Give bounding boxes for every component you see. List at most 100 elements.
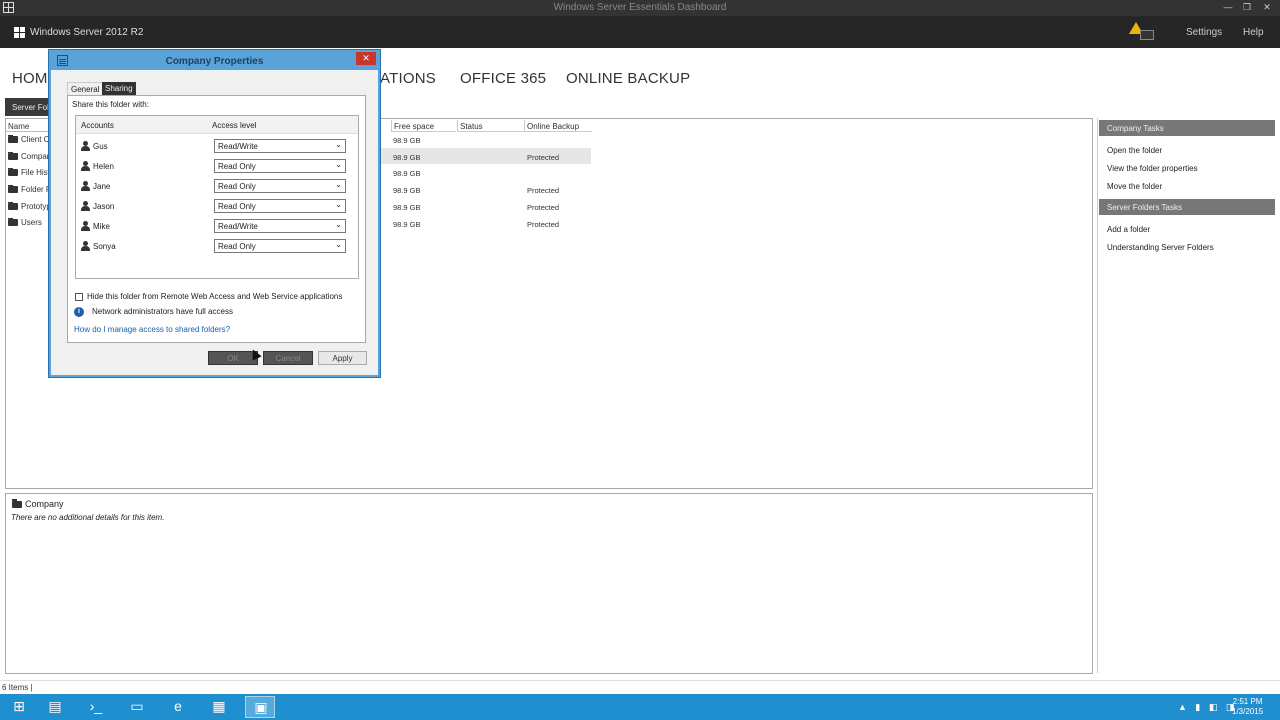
folder-row[interactable]: File History Backups (8, 168, 50, 182)
folder-row[interactable]: Users (8, 218, 50, 232)
clock-time: 2:51 PM (1232, 697, 1263, 706)
nav-applications[interactable]: ATIONS (380, 70, 436, 87)
window-titlebar: Windows Server Essentials Dashboard — ❐ … (0, 0, 1280, 16)
access-level-select[interactable]: Read Only ⌄ (214, 239, 346, 253)
status-bar: 6 Items | (0, 680, 1280, 694)
account-name: Jane (93, 182, 111, 191)
move-folder-link[interactable]: Move the folder (1107, 182, 1162, 191)
column-header-name[interactable]: Name (8, 122, 29, 131)
taskbar-server-manager[interactable]: ▤ (40, 696, 70, 718)
windows-start-icon: ⊞ (13, 698, 25, 714)
access-level-value: Read/Write (218, 222, 258, 231)
product-name: Windows Server 2012 R2 (30, 27, 144, 38)
view-properties-link[interactable]: View the folder properties (1107, 164, 1198, 173)
taskbar-dashboard[interactable]: ▦ (204, 696, 234, 718)
minimize-button[interactable]: — (1219, 1, 1237, 14)
access-level-select[interactable]: Read Only ⌄ (214, 159, 346, 173)
folder-row[interactable]: Client Computer Backups (8, 135, 50, 149)
help-link[interactable]: Help (1243, 27, 1264, 38)
account-name: Gus (93, 142, 108, 151)
folder-name: Users (21, 218, 42, 227)
info-icon: i (74, 307, 84, 317)
item-count: 6 Items (2, 683, 29, 692)
taskbar-powershell[interactable]: ›_ (81, 696, 111, 718)
backup-cell: Protected (527, 220, 560, 229)
folder-row[interactable]: Folder Redirection (8, 185, 50, 199)
account-row: Helen Read Only ⌄ (76, 157, 358, 177)
column-header-access-level: Access level (212, 121, 257, 130)
taskbar-file-explorer[interactable]: ▭ (122, 696, 152, 718)
chevron-down-icon: ⌄ (335, 140, 342, 149)
free-space-cell: 98.9 GB (393, 169, 421, 178)
folder-name: Folder Redirection (21, 185, 50, 194)
folder-icon (8, 152, 18, 161)
account-row: Mike Read/Write ⌄ (76, 217, 358, 237)
open-folder-link[interactable]: Open the folder (1107, 146, 1162, 155)
nav-online-backup[interactable]: ONLINE BACKUP (566, 70, 690, 87)
access-level-select[interactable]: Read Only ⌄ (214, 199, 346, 213)
understanding-folders-link[interactable]: Understanding Server Folders (1107, 243, 1214, 252)
company-tasks-header: Company Tasks (1099, 120, 1275, 136)
start-button[interactable]: ⊞ (4, 696, 34, 718)
chevron-down-icon: ⌄ (335, 240, 342, 249)
share-with-label: Share this folder with: (72, 100, 149, 109)
folder-icon (8, 135, 18, 144)
sharing-panel: Share this folder with: Accounts Access … (67, 95, 366, 343)
cancel-button[interactable]: Cancel (263, 351, 313, 365)
accounts-list: Accounts Access level Gus Read/Write ⌄ He… (75, 115, 359, 279)
column-header-accounts: Accounts (81, 121, 114, 130)
access-level-select[interactable]: Read/Write ⌄ (214, 219, 346, 233)
chevron-down-icon: ⌄ (335, 160, 342, 169)
hide-folder-checkbox[interactable] (75, 293, 83, 301)
column-header-free-space[interactable]: Free space (391, 120, 456, 132)
free-space-cell: 98.9 GB (393, 203, 421, 212)
nav-office-365[interactable]: OFFICE 365 (460, 70, 546, 87)
chevron-down-icon: ⌄ (335, 220, 342, 229)
folder-name: Prototypes (21, 202, 50, 211)
column-header-online-backup[interactable]: Online Backup (524, 120, 592, 132)
details-text: There are no additional details for this… (11, 513, 165, 522)
details-title: Company (12, 499, 64, 509)
folder-row[interactable]: Prototypes (8, 202, 50, 216)
system-tray[interactable]: ▲ ▮ ◧ ◨ (1178, 702, 1237, 713)
taskbar-clock[interactable]: 2:51 PM 1/3/2015 (1232, 697, 1263, 717)
user-icon (80, 241, 90, 251)
tab-sharing[interactable]: Sharing (102, 82, 136, 95)
settings-link[interactable]: Settings (1186, 27, 1222, 38)
manage-access-help-link[interactable]: How do I manage access to shared folders… (74, 325, 230, 334)
account-row: Jason Read Only ⌄ (76, 197, 358, 217)
apply-button[interactable]: Apply (318, 351, 367, 365)
close-window-button[interactable]: ✕ (1258, 1, 1276, 14)
free-space-cell: 98.9 GB (393, 136, 421, 145)
folder-icon (12, 499, 22, 509)
clock-date: 1/3/2015 (1232, 707, 1264, 716)
folder-row[interactable]: Company (8, 152, 50, 166)
tab-general[interactable]: General (67, 82, 104, 95)
access-level-select[interactable]: Read Only ⌄ (214, 179, 346, 193)
powershell-icon: ›_ (89, 698, 103, 714)
backup-cell: Protected (527, 203, 560, 212)
details-folder-name: Company (25, 499, 64, 509)
dialog-titlebar[interactable]: Company Properties (51, 52, 378, 70)
taskbar-internet-explorer[interactable]: e (163, 696, 193, 718)
dialog-close-button[interactable]: ✕ (356, 52, 376, 65)
folder-name: File History Backups (21, 168, 50, 177)
access-level-value: Read Only (218, 242, 256, 251)
taskbar-properties-dialog[interactable]: ▣ (245, 696, 275, 718)
folder-name: Client Computer Backups (21, 135, 50, 144)
free-space-cell: 98.9 GB (393, 220, 421, 229)
maximize-button[interactable]: ❐ (1238, 1, 1256, 14)
add-folder-link[interactable]: Add a folder (1107, 225, 1150, 234)
hide-folder-label[interactable]: Hide this folder from Remote Web Access … (87, 292, 342, 301)
server-folders-tasks-header: Server Folders Tasks (1099, 199, 1275, 215)
access-level-select[interactable]: Read/Write ⌄ (214, 139, 346, 153)
dashboard-header: Windows Server 2012 R2 Settings Help (0, 16, 1280, 48)
folder-icon (8, 218, 18, 227)
column-header-status[interactable]: Status (457, 120, 524, 132)
company-properties-dialog: Company Properties ✕ General Sharing Sha… (49, 50, 380, 377)
properties-icon: ▣ (254, 699, 268, 715)
tasks-divider (1097, 118, 1098, 673)
accounts-header: Accounts Access level (76, 116, 358, 134)
alerts-box[interactable] (1140, 30, 1154, 40)
account-name: Helen (93, 162, 114, 171)
